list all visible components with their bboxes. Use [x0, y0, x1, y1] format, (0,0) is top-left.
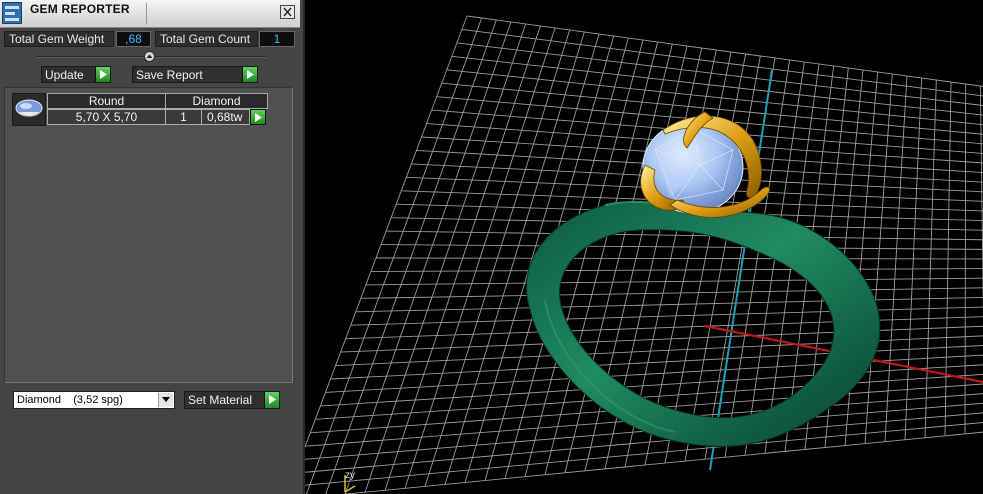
set-material-button-label: Set Material	[188, 393, 253, 407]
grid-line	[381, 244, 983, 250]
gem-weight-cell: 0,68tw	[201, 109, 250, 125]
title-divider	[146, 3, 147, 24]
gem-list[interactable]: Round Diamond 5,70 X 5,70 1 0,68tw	[4, 87, 293, 383]
close-button[interactable]	[280, 5, 295, 19]
play-icon	[264, 392, 279, 408]
gem-thumbnail-icon	[12, 93, 46, 126]
collapse-icon	[146, 54, 153, 58]
grid-line	[365, 277, 983, 286]
3d-viewport[interactable]: zy	[305, 0, 983, 494]
grid-line	[386, 230, 983, 241]
play-icon	[255, 113, 262, 122]
gem-material-cell: Diamond	[165, 93, 268, 109]
play-icon	[95, 67, 110, 82]
gem-size-cell: 5,70 X 5,70	[47, 109, 166, 125]
chevron-down-icon	[158, 393, 173, 407]
grid-line	[466, 15, 983, 87]
gem-row-button[interactable]	[250, 109, 266, 125]
total-count-label: Total Gem Count	[155, 31, 258, 47]
update-button[interactable]: Update	[41, 66, 111, 83]
total-count-value: 1	[259, 31, 295, 47]
grid-line	[325, 19, 497, 494]
grid-line	[964, 83, 967, 434]
update-button-label: Update	[45, 68, 84, 82]
material-select-value: Diamond (3,52 spg)	[17, 394, 123, 406]
axis-gizmo-label: zy	[345, 470, 355, 481]
title-bar[interactable]: GEM REPORTER	[0, 0, 300, 28]
grid-line	[461, 28, 983, 97]
grid-line	[375, 257, 983, 260]
gem-count-cell: 1	[165, 109, 202, 125]
grid-line	[340, 325, 983, 353]
viewport-canvas: zy	[305, 15, 983, 494]
material-select[interactable]: Diamond (3,52 spg)	[13, 391, 175, 409]
window-title: GEM REPORTER	[30, 2, 130, 16]
grid-line	[320, 364, 983, 407]
grid-line	[305, 15, 468, 449]
total-weight-label: Total Gem Weight	[4, 31, 114, 47]
play-icon	[242, 67, 257, 82]
gem-cut-cell: Round	[47, 93, 166, 109]
save-report-button[interactable]: Save Report	[132, 66, 258, 83]
total-weight-value: ,68	[116, 31, 151, 47]
collapse-button[interactable]	[144, 51, 155, 62]
gem-reporter-panel: GEM REPORTER Total Gem Weight ,68 Total …	[0, 0, 305, 494]
ring-model[interactable]	[526, 111, 881, 448]
app-icon	[2, 2, 22, 24]
grid-line	[451, 55, 983, 116]
grid-line	[370, 268, 983, 272]
close-icon	[283, 7, 292, 17]
set-material-button[interactable]: Set Material	[184, 391, 280, 409]
save-report-button-label: Save Report	[136, 68, 203, 82]
grid-line	[360, 287, 983, 299]
grid-line	[345, 316, 983, 340]
